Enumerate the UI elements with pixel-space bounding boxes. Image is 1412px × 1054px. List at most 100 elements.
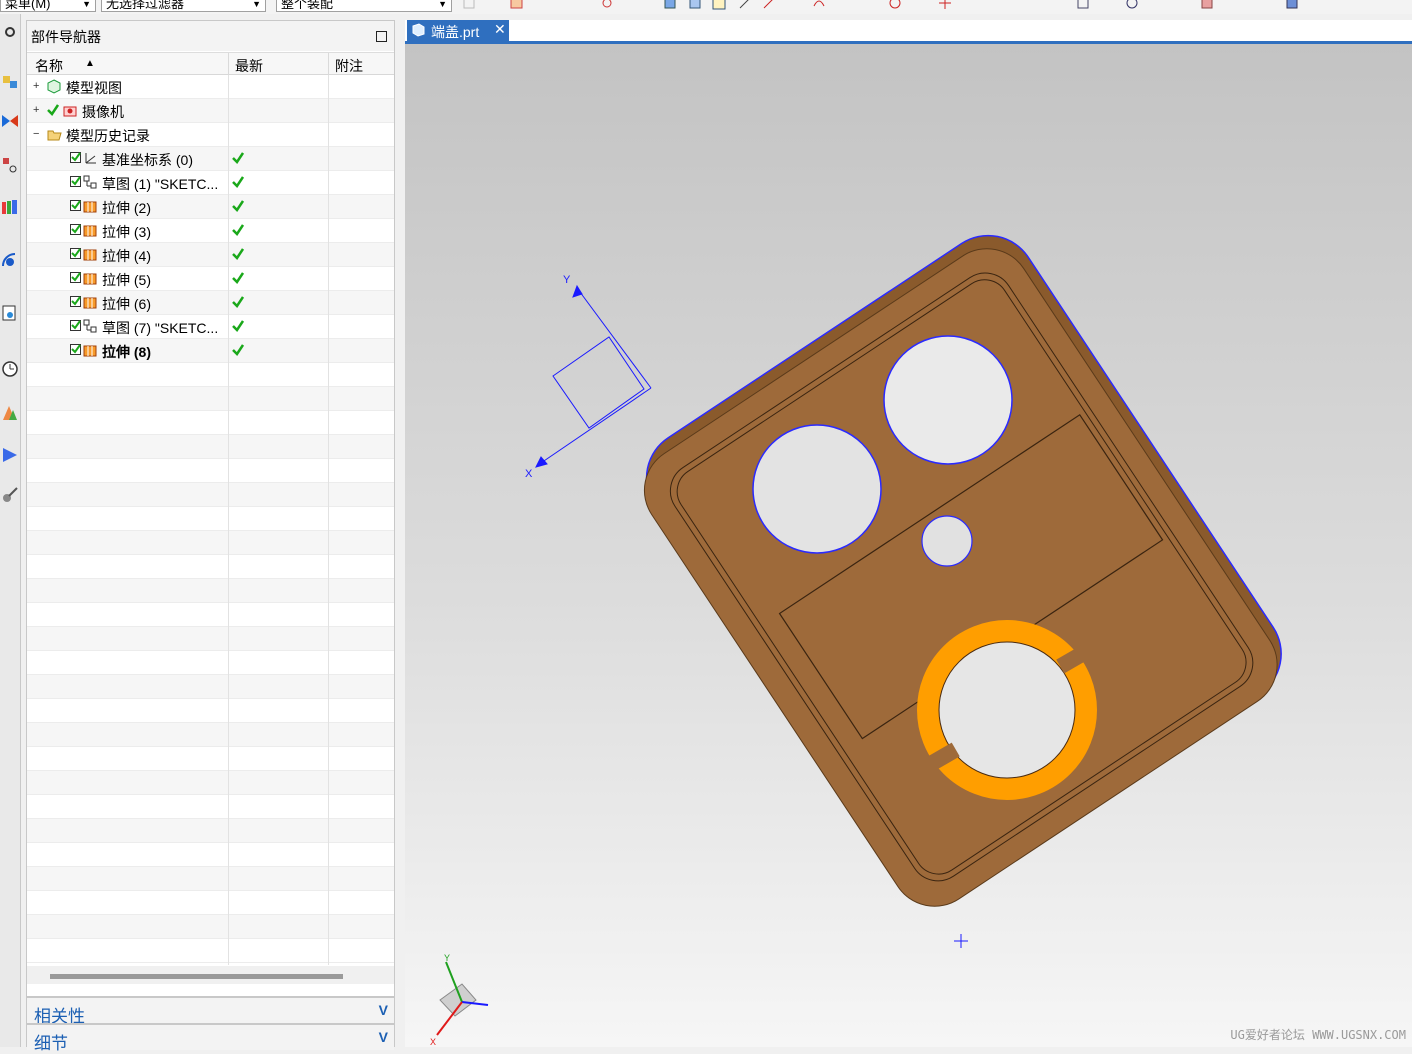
extrude-icon xyxy=(83,223,98,238)
empty-row xyxy=(27,843,394,867)
tree-item-label: 拉伸 (4) xyxy=(102,248,151,264)
roles-icon[interactable] xyxy=(1,446,19,464)
snap-line-icon[interactable] xyxy=(762,0,776,10)
visibility-checkbox[interactable] xyxy=(70,176,81,187)
shaded-view-icon[interactable] xyxy=(663,0,677,10)
tab-part-file[interactable]: 端盖.prt ✕ xyxy=(407,20,509,41)
snap-curve-icon[interactable] xyxy=(812,0,826,10)
empty-row xyxy=(27,627,394,651)
assembly-navigator-icon[interactable] xyxy=(1,112,19,130)
empty-row xyxy=(27,459,394,483)
column-divider[interactable] xyxy=(328,53,329,76)
history-icon[interactable] xyxy=(1,304,19,322)
visualization-icon[interactable] xyxy=(1,404,19,422)
menu-button[interactable]: 菜单(M) ▼ xyxy=(0,0,96,12)
snap-midpoint-icon[interactable] xyxy=(738,0,752,10)
close-icon[interactable]: ✕ xyxy=(494,21,506,38)
tree-row[interactable]: + 摄像机 xyxy=(27,99,394,123)
tree-item-label: 拉伸 (8) xyxy=(102,344,151,360)
gear-icon[interactable] xyxy=(1,24,19,42)
tree-row[interactable]: 拉伸 (4) xyxy=(27,243,394,267)
model-canvas[interactable]: Y X Y X xyxy=(405,44,1412,1047)
visibility-checkbox[interactable] xyxy=(70,200,81,211)
top-toolbar: 菜单(M) ▼ 无选择过滤器 ▼ 整个装配 ▼ xyxy=(0,0,1412,14)
snap-point-icon[interactable] xyxy=(600,0,614,10)
part-navigator-panel: 部件导航器 名称 ▲ 最新 附注 + 模型视图 + 摄像机 − 模型历史记录 基准坐标系 (… xyxy=(26,20,395,1053)
visibility-checkbox[interactable] xyxy=(70,344,81,355)
wireframe-view-icon[interactable] xyxy=(688,0,702,10)
extrude-icon xyxy=(83,271,98,286)
select-face-icon[interactable] xyxy=(510,0,524,10)
up-to-date-check-icon xyxy=(232,151,245,167)
empty-row xyxy=(27,771,394,795)
column-note-header[interactable]: 附注 xyxy=(335,56,363,76)
tree-row[interactable]: 拉伸 (8) xyxy=(27,339,394,363)
visibility-checkbox[interactable] xyxy=(70,152,81,163)
assembly-scope-dropdown[interactable]: 整个装配 ▼ xyxy=(276,0,452,12)
details-panel[interactable]: 细节 V xyxy=(27,1023,394,1053)
selection-filter-dropdown[interactable]: 无选择过滤器 ▼ xyxy=(101,0,266,12)
extrude-icon xyxy=(83,247,98,262)
tree-row[interactable]: − 模型历史记录 xyxy=(27,123,394,147)
chevron-down-icon[interactable]: V xyxy=(379,1029,388,1045)
orient-view-icon[interactable] xyxy=(1285,0,1299,10)
column-name-header[interactable]: 名称 xyxy=(35,56,63,76)
part-body[interactable] xyxy=(621,217,1302,923)
visibility-checkbox[interactable] xyxy=(70,248,81,259)
hole-large-top xyxy=(883,335,1013,465)
view-rotate-icon[interactable] xyxy=(1125,0,1139,10)
empty-row xyxy=(27,915,394,939)
view-fit-icon[interactable] xyxy=(1076,0,1090,10)
column-divider[interactable] xyxy=(228,53,229,76)
system-scene-icon[interactable] xyxy=(1,486,19,504)
tree-row[interactable]: 拉伸 (3) xyxy=(27,219,394,243)
tree-row[interactable]: + 模型视图 xyxy=(27,75,394,99)
empty-row xyxy=(27,867,394,891)
datum-csys[interactable] xyxy=(535,284,652,468)
visibility-checkbox[interactable] xyxy=(70,296,81,307)
horizontal-scrollbar[interactable] xyxy=(27,966,394,984)
visibility-checkbox[interactable] xyxy=(70,320,81,331)
web-browser-icon[interactable] xyxy=(1,250,19,268)
tree-row[interactable]: 拉伸 (6) xyxy=(27,291,394,315)
column-divider xyxy=(228,75,229,965)
maximize-icon[interactable] xyxy=(376,31,387,42)
select-feature-icon[interactable] xyxy=(462,0,476,10)
empty-row xyxy=(27,507,394,531)
collapse-icon[interactable]: − xyxy=(33,129,42,140)
visibility-checkbox[interactable] xyxy=(70,272,81,283)
graphics-viewport[interactable]: Y X Y X UG爱好者论坛 WWW.UGSNX.COM xyxy=(405,44,1412,1047)
constraint-navigator-icon[interactable] xyxy=(1,156,19,174)
column-latest-header[interactable]: 最新 xyxy=(235,56,263,76)
expand-icon[interactable]: + xyxy=(33,81,42,92)
highlighted-ring-face[interactable] xyxy=(917,620,1097,800)
up-to-date-check-icon xyxy=(232,247,245,263)
datum-csys-icon xyxy=(83,151,98,166)
snap-center-icon[interactable] xyxy=(888,0,902,10)
dependencies-panel[interactable]: 相关性 V xyxy=(27,996,394,1026)
chevron-down-icon[interactable]: V xyxy=(379,1002,388,1018)
reuse-library-icon[interactable] xyxy=(1,198,19,216)
visibility-checkbox[interactable] xyxy=(70,224,81,235)
empty-row xyxy=(27,723,394,747)
tree-row[interactable]: 草图 (7) "SKETC... xyxy=(27,315,394,339)
part-navigator-icon[interactable] xyxy=(1,72,19,90)
tab-title: 端盖.prt xyxy=(431,24,480,40)
tree-item-label: 草图 (7) "SKETC... xyxy=(102,320,219,336)
tree-row[interactable]: 拉伸 (5) xyxy=(27,267,394,291)
tree-item-label: 摄像机 xyxy=(82,104,124,120)
tree-row[interactable]: 拉伸 (2) xyxy=(27,195,394,219)
expand-icon[interactable]: + xyxy=(33,105,42,116)
tree-row[interactable]: 基准坐标系 (0) xyxy=(27,147,394,171)
extrude-icon xyxy=(83,295,98,310)
snap-endpoint-icon[interactable] xyxy=(712,0,726,10)
clock-icon[interactable] xyxy=(1,360,19,378)
render-style-icon[interactable] xyxy=(1200,0,1214,10)
triad-x-label: X xyxy=(430,1037,436,1047)
camera-icon xyxy=(63,103,78,118)
snap-intersection-icon[interactable] xyxy=(938,0,952,10)
tree-row[interactable]: 草图 (1) "SKETC... xyxy=(27,171,394,195)
scrollbar-thumb[interactable] xyxy=(50,974,343,979)
view-triad[interactable] xyxy=(436,961,489,1036)
csys-x-label: X xyxy=(525,468,533,480)
